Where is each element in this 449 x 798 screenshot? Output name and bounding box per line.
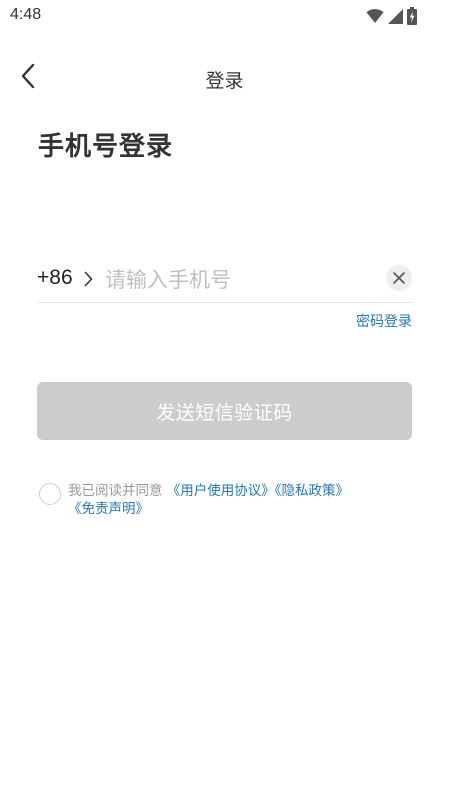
status-icons — [366, 6, 417, 26]
clear-button[interactable] — [386, 265, 412, 291]
close-icon — [392, 271, 406, 285]
disclaimer-link[interactable]: 《免责声明》 — [68, 501, 149, 517]
page-heading: 手机号登录 — [38, 132, 174, 162]
status-time: 4:48 — [10, 6, 42, 23]
battery-charging-icon — [407, 7, 417, 25]
cellular-signal-icon — [388, 8, 403, 24]
phone-input[interactable] — [105, 262, 375, 298]
user-agreement-link[interactable]: 《用户使用协议》 — [167, 483, 275, 499]
status-bar: 4:48 — [0, 0, 449, 32]
privacy-policy-link[interactable]: 《隐私政策》 — [275, 483, 349, 499]
send-code-button[interactable]: 发送短信验证码 — [37, 382, 412, 440]
agree-checkbox[interactable] — [39, 483, 61, 505]
nav-bar: 登录 — [0, 52, 449, 104]
chevron-right-icon[interactable] — [84, 271, 93, 287]
agreement-text: 我已阅读并同意 《用户使用协议》《隐私政策》 《免责声明》 — [68, 482, 418, 518]
country-code-selector[interactable]: +86 — [37, 266, 73, 290]
phone-row: +86 — [37, 258, 412, 303]
wifi-icon — [366, 8, 384, 24]
agreement-prefix: 我已阅读并同意 — [68, 483, 163, 499]
password-login-link[interactable]: 密码登录 — [356, 311, 412, 331]
nav-title: 登录 — [205, 70, 244, 92]
